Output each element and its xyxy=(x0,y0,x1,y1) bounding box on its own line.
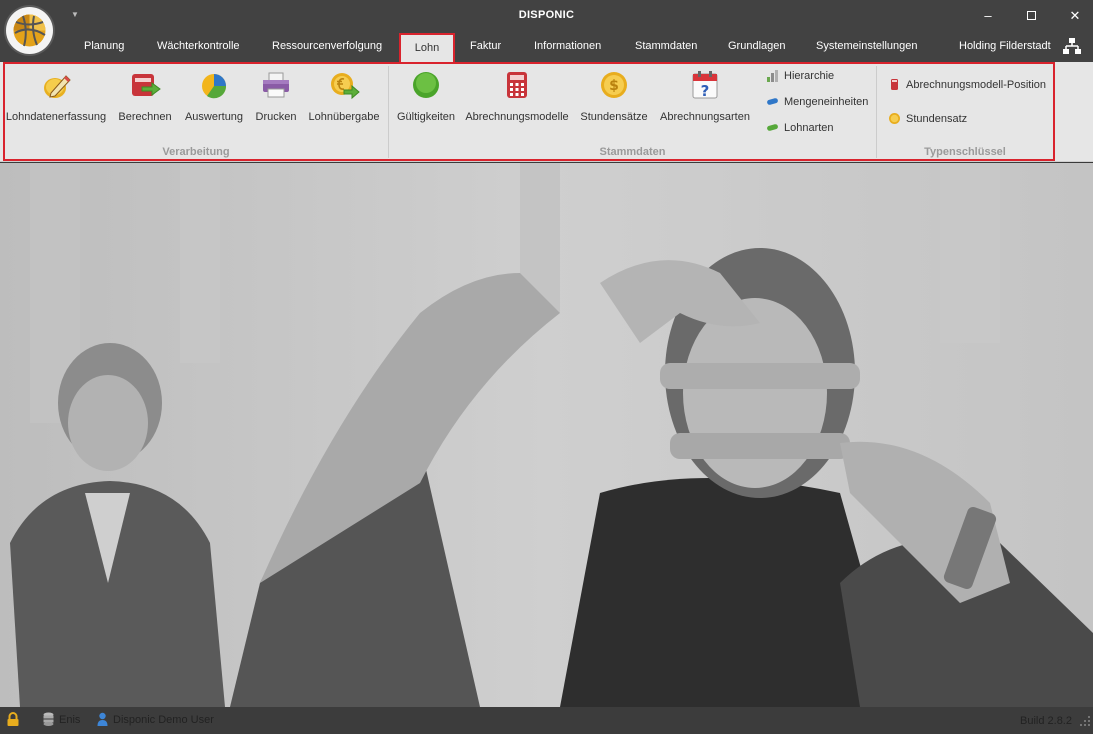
group-label-typenschluessel: Typenschlüssel xyxy=(924,146,1006,158)
pencil-coin-icon xyxy=(44,75,71,98)
svg-text:$: $ xyxy=(609,78,619,94)
tab-ressourcenverfolgung[interactable]: Ressourcenverfolgung xyxy=(272,33,382,62)
stundensaetze-label: Stundensätze xyxy=(580,111,648,123)
group-separator xyxy=(388,66,389,158)
stundensatz-button[interactable]: Stundensatz xyxy=(888,110,967,128)
hierarchie-label: Hierarchie xyxy=(784,70,835,82)
user-icon xyxy=(97,712,108,727)
stundensatz-label: Stundensatz xyxy=(906,113,968,125)
database-name: Enis xyxy=(59,714,81,726)
tab-grundlagen[interactable]: Grundlagen xyxy=(728,33,786,62)
calculate-arrow-icon xyxy=(132,74,161,96)
abrechnungsarten-button[interactable]: ? Abrechnungsarten xyxy=(657,68,753,128)
build-version: Build 2.8.2 xyxy=(1020,715,1072,727)
stundensaetze-button[interactable]: $ Stundensätze xyxy=(576,68,652,128)
berechnen-label: Berechnen xyxy=(118,111,172,123)
quick-access-dropdown-icon[interactable]: ▼ xyxy=(70,10,80,20)
drucken-button[interactable]: Drucken xyxy=(252,68,300,128)
maximize-icon xyxy=(1026,11,1036,21)
lohnuebergabe-button[interactable]: Lohnübergabe xyxy=(305,68,383,128)
tab-planung[interactable]: Planung xyxy=(84,33,124,62)
green-circle-icon xyxy=(413,72,439,98)
tab-stammdaten[interactable]: Stammdaten xyxy=(635,33,697,62)
red-cylinder-icon xyxy=(891,78,898,90)
mengeneinheiten-label: Mengeneinheiten xyxy=(784,96,869,108)
dollar-coin-icon: $ xyxy=(601,72,627,98)
gueltigkeiten-label: Gültigkeiten xyxy=(396,111,456,123)
lohnarten-button[interactable]: Lohnarten xyxy=(766,119,834,137)
maximize-button[interactable] xyxy=(1016,5,1046,27)
user-status[interactable]: Disponic Demo User xyxy=(97,712,214,728)
coin-transfer-icon xyxy=(331,73,360,100)
abrechnungsmodelle-button[interactable]: Abrechnungsmodelle xyxy=(465,68,569,128)
auswertung-button[interactable]: Auswertung xyxy=(181,68,247,128)
blue-pill-icon xyxy=(767,97,778,105)
gueltigkeiten-button[interactable]: Gültigkeiten xyxy=(392,68,460,128)
lohndatenerfassung-button[interactable]: Lohndatenerfassung xyxy=(4,68,108,128)
lohndatenerfassung-label: Lohndatenerfassung xyxy=(5,111,107,123)
printer-icon xyxy=(263,72,289,98)
lohnarten-label: Lohnarten xyxy=(784,122,834,134)
group-label-stammdaten: Stammdaten xyxy=(599,146,666,158)
bar-chart-icon xyxy=(767,69,778,82)
org-chart-icon[interactable] xyxy=(1063,38,1081,54)
abrechnungsmodell-position-label: Abrechnungsmodell-Position xyxy=(906,79,1047,91)
group-label-verarbeitung: Verarbeitung xyxy=(162,146,230,158)
user-name: Disponic Demo User xyxy=(113,714,214,726)
group-separator xyxy=(876,66,877,158)
tab-waechterkontrolle[interactable]: Wächterkontrolle xyxy=(157,33,240,62)
berechnen-button[interactable]: Berechnen xyxy=(113,68,177,128)
mengeneinheiten-button[interactable]: Mengeneinheiten xyxy=(766,93,868,111)
abrechnungsarten-label: Abrechnungsarten xyxy=(660,111,750,123)
calendar-question-icon: ? xyxy=(692,71,718,100)
lock-icon[interactable] xyxy=(6,711,25,728)
hierarchie-button[interactable]: Hierarchie xyxy=(766,67,834,85)
calculator-icon xyxy=(507,72,527,98)
office-photo-graphic xyxy=(0,163,1093,707)
tab-faktur[interactable]: Faktur xyxy=(470,33,501,62)
resize-grip-icon[interactable] xyxy=(1080,716,1091,727)
tab-systemeinstellungen[interactable]: Systemeinstellungen xyxy=(816,33,918,62)
tab-informationen[interactable]: Informationen xyxy=(534,33,601,62)
gold-coin-icon xyxy=(889,112,900,124)
tab-lohn[interactable]: Lohn xyxy=(399,33,455,62)
minimize-button[interactable]: – xyxy=(973,5,1003,27)
close-button[interactable]: ✕ xyxy=(1060,5,1090,27)
abrechnungsmodelle-label: Abrechnungsmodelle xyxy=(465,111,569,123)
database-status[interactable]: Enis xyxy=(43,712,80,728)
abrechnungsmodell-position-button[interactable]: Abrechnungsmodell-Position xyxy=(888,76,1046,94)
auswertung-label: Auswertung xyxy=(184,111,244,123)
lohnuebergabe-label: Lohnübergabe xyxy=(308,111,380,123)
ribbon-tabs: Planung Wächterkontrolle Ressourcenverfo… xyxy=(0,33,1093,62)
svg-text:?: ? xyxy=(701,82,710,100)
database-icon xyxy=(43,712,54,727)
background-image xyxy=(0,163,1093,707)
pie-chart-icon xyxy=(202,74,227,99)
drucken-label: Drucken xyxy=(255,111,297,123)
padlock-icon xyxy=(7,711,19,726)
green-pill-icon xyxy=(767,123,778,131)
tab-holding-filderstadt[interactable]: Holding Filderstadt xyxy=(959,33,1051,62)
